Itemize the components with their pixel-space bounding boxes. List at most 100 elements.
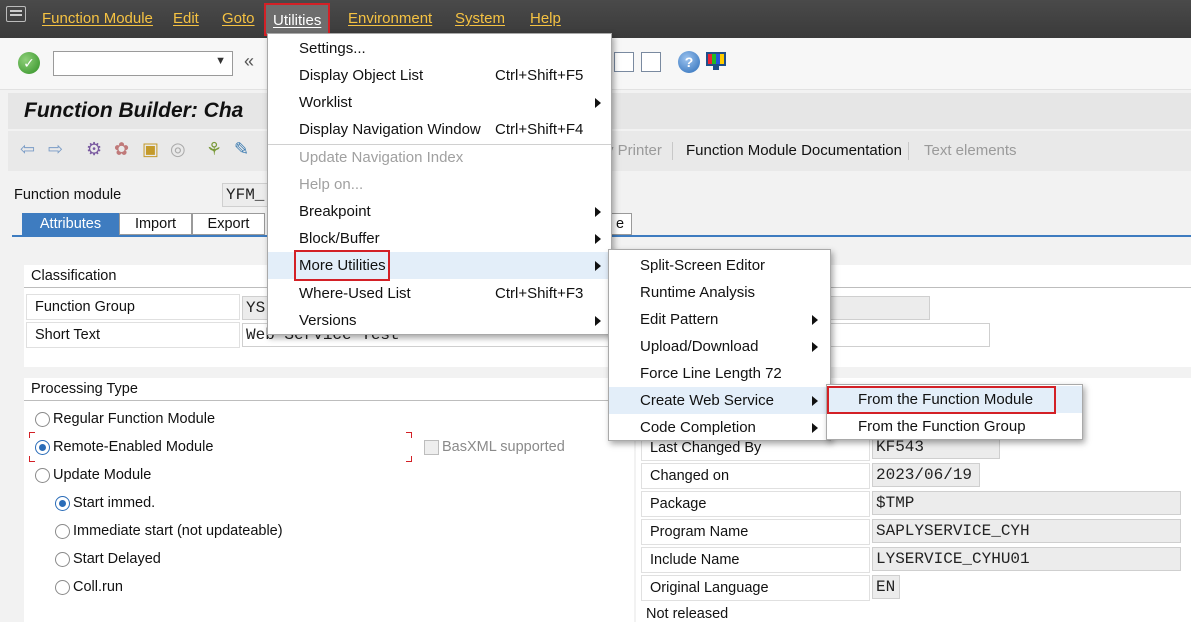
enter-check-icon[interactable]: ✓	[18, 52, 40, 74]
start-delayed-radio[interactable]	[55, 552, 70, 567]
submenu-arrow-icon	[595, 207, 601, 217]
forward-arrow-icon[interactable]: ⇨	[48, 139, 63, 160]
remote-enabled-radio[interactable]	[35, 440, 50, 455]
function-group-label: Function Group	[26, 294, 240, 320]
submenu-arrow-icon	[595, 261, 601, 271]
create-web-service-menu: From the Function Module From the Functi…	[826, 384, 1083, 440]
menu-item-label: Create Web Service	[640, 392, 774, 409]
menu-edit[interactable]: Edit	[173, 10, 199, 27]
menu-item-label: Runtime Analysis	[640, 284, 756, 301]
tab-export[interactable]: Export	[192, 213, 265, 235]
menu-item-versions[interactable]: Versions	[268, 307, 611, 334]
function-module-label: Function module	[14, 187, 122, 203]
menu-item-update-navigation-index[interactable]: Update Navigation Index	[268, 144, 611, 171]
menu-item-breakpoint[interactable]: Breakpoint	[268, 198, 611, 225]
include-name-field: LYSERVICE_CYHU01	[872, 547, 1181, 571]
start-immed-radio[interactable]	[55, 496, 70, 511]
menu-item-where-used-list[interactable]: Where-Used List Ctrl+Shift+F3	[268, 280, 611, 307]
package-label: Package	[641, 491, 870, 517]
submenu-arrow-icon	[595, 98, 601, 108]
update-module-radio[interactable]	[35, 468, 50, 483]
menu-help[interactable]: Help	[530, 10, 561, 27]
immediate-start-radio[interactable]	[55, 524, 70, 539]
menu-item-more-utilities[interactable]: More Utilities	[268, 252, 611, 279]
menu-item-create-web-service[interactable]: Create Web Service	[609, 387, 830, 414]
tab-import[interactable]: Import	[119, 213, 192, 235]
submenu-arrow-icon	[812, 315, 818, 325]
menu-environment[interactable]: Environment	[348, 10, 432, 27]
hierarchy-icon[interactable]: ⚘	[206, 139, 222, 160]
display-change-icon[interactable]: ✿	[114, 139, 129, 160]
menu-item-force-line-length[interactable]: Force Line Length 72	[609, 360, 830, 387]
chevron-down-icon[interactable]: ▼	[215, 55, 226, 67]
start-immed-label: Start immed.	[73, 495, 156, 511]
menu-item-split-screen-editor[interactable]: Split-Screen Editor	[609, 252, 830, 279]
menu-item-worklist[interactable]: Worklist	[268, 89, 611, 116]
shortcut-text: Ctrl+Shift+F4	[495, 121, 584, 138]
include-name-label: Include Name	[641, 547, 870, 573]
new-session-icon[interactable]	[614, 52, 634, 72]
changed-on-label: Changed on	[641, 463, 870, 489]
release-status-text: Not released	[646, 606, 729, 622]
menu-item-label: Help on...	[299, 176, 364, 193]
menu-item-from-function-group[interactable]: From the Function Group	[827, 413, 1082, 440]
menu-item-from-function-module[interactable]: From the Function Module	[827, 386, 1082, 413]
regular-fm-radio[interactable]	[35, 412, 50, 427]
menu-goto[interactable]: Goto	[222, 10, 255, 27]
coll-run-label: Coll.run	[73, 579, 123, 595]
menu-item-code-completion[interactable]: Code Completion	[609, 414, 830, 441]
menu-system[interactable]: System	[455, 10, 505, 27]
function-module-field[interactable]: YFM_	[222, 183, 272, 207]
menu-item-help-on[interactable]: Help on...	[268, 171, 611, 198]
submenu-arrow-icon	[812, 396, 818, 406]
short-text-label: Short Text	[26, 322, 240, 348]
start-delayed-label: Start Delayed	[73, 551, 161, 567]
menu-item-display-object-list[interactable]: Display Object List Ctrl+Shift+F5	[268, 62, 611, 89]
menu-item-label: Breakpoint	[299, 203, 371, 220]
menu-item-edit-pattern[interactable]: Edit Pattern	[609, 306, 830, 333]
menu-function-module[interactable]: Function Module	[42, 10, 153, 27]
immediate-start-label: Immediate start (not updateable)	[73, 523, 283, 539]
menu-item-label: From the Function Group	[858, 418, 1026, 435]
fm-documentation-button[interactable]: Function Module Documentation	[686, 142, 902, 159]
menu-utilities[interactable]: Utilities	[264, 3, 331, 36]
tab-attributes[interactable]: Attributes	[22, 213, 119, 235]
test-icon[interactable]: ✎	[234, 139, 249, 160]
menu-item-label: More Utilities	[299, 257, 386, 274]
printer-button[interactable]: y Printer	[606, 142, 662, 159]
submenu-arrow-icon	[812, 342, 818, 352]
program-name-label: Program Name	[641, 519, 870, 545]
menu-item-settings[interactable]: Settings...	[268, 35, 611, 62]
menu-item-display-navigation-window[interactable]: Display Navigation Window Ctrl+Shift+F4	[268, 116, 611, 143]
menu-item-settings-label: Settings...	[299, 40, 366, 57]
coll-run-radio[interactable]	[55, 580, 70, 595]
basxml-label: BasXML supported	[442, 439, 565, 455]
shortcut-text: Ctrl+Shift+F3	[495, 285, 584, 302]
menu-item-label: From the Function Module	[858, 391, 1034, 408]
other-object-icon[interactable]: ⚙	[86, 139, 102, 160]
where-used-icon[interactable]: ◎	[170, 139, 186, 160]
menu-item-label: Block/Buffer	[299, 230, 380, 247]
processing-type-title: Processing Type	[24, 379, 634, 401]
basxml-checkbox[interactable]	[424, 440, 439, 455]
create-shortcut-icon[interactable]	[641, 52, 661, 72]
help-icon[interactable]: ?	[678, 51, 700, 73]
menu-item-runtime-analysis[interactable]: Runtime Analysis	[609, 279, 830, 306]
system-menu-icon[interactable]	[6, 6, 26, 22]
original-language-field: EN	[872, 575, 900, 599]
text-elements-button[interactable]: Text elements	[924, 142, 1017, 159]
command-field[interactable]: ▼	[53, 51, 233, 76]
menu-item-block-buffer[interactable]: Block/Buffer	[268, 225, 611, 252]
active-inactive-icon[interactable]: ▣	[142, 139, 159, 160]
menu-item-label: Upload/Download	[640, 338, 759, 355]
menu-item-label: Code Completion	[640, 419, 756, 436]
back-arrow-icon[interactable]: ⇦	[20, 139, 35, 160]
customize-layout-icon[interactable]	[706, 52, 726, 70]
menu-item-label: Force Line Length 72	[640, 365, 782, 382]
menu-item-upload-download[interactable]: Upload/Download	[609, 333, 830, 360]
submenu-arrow-icon	[812, 423, 818, 433]
utilities-menu: Settings... Display Object List Ctrl+Shif…	[267, 33, 612, 335]
remote-enabled-label: Remote-Enabled Module	[53, 439, 214, 455]
collapse-command-icon[interactable]: «	[244, 51, 254, 72]
menu-item-label: Update Navigation Index	[299, 149, 464, 166]
